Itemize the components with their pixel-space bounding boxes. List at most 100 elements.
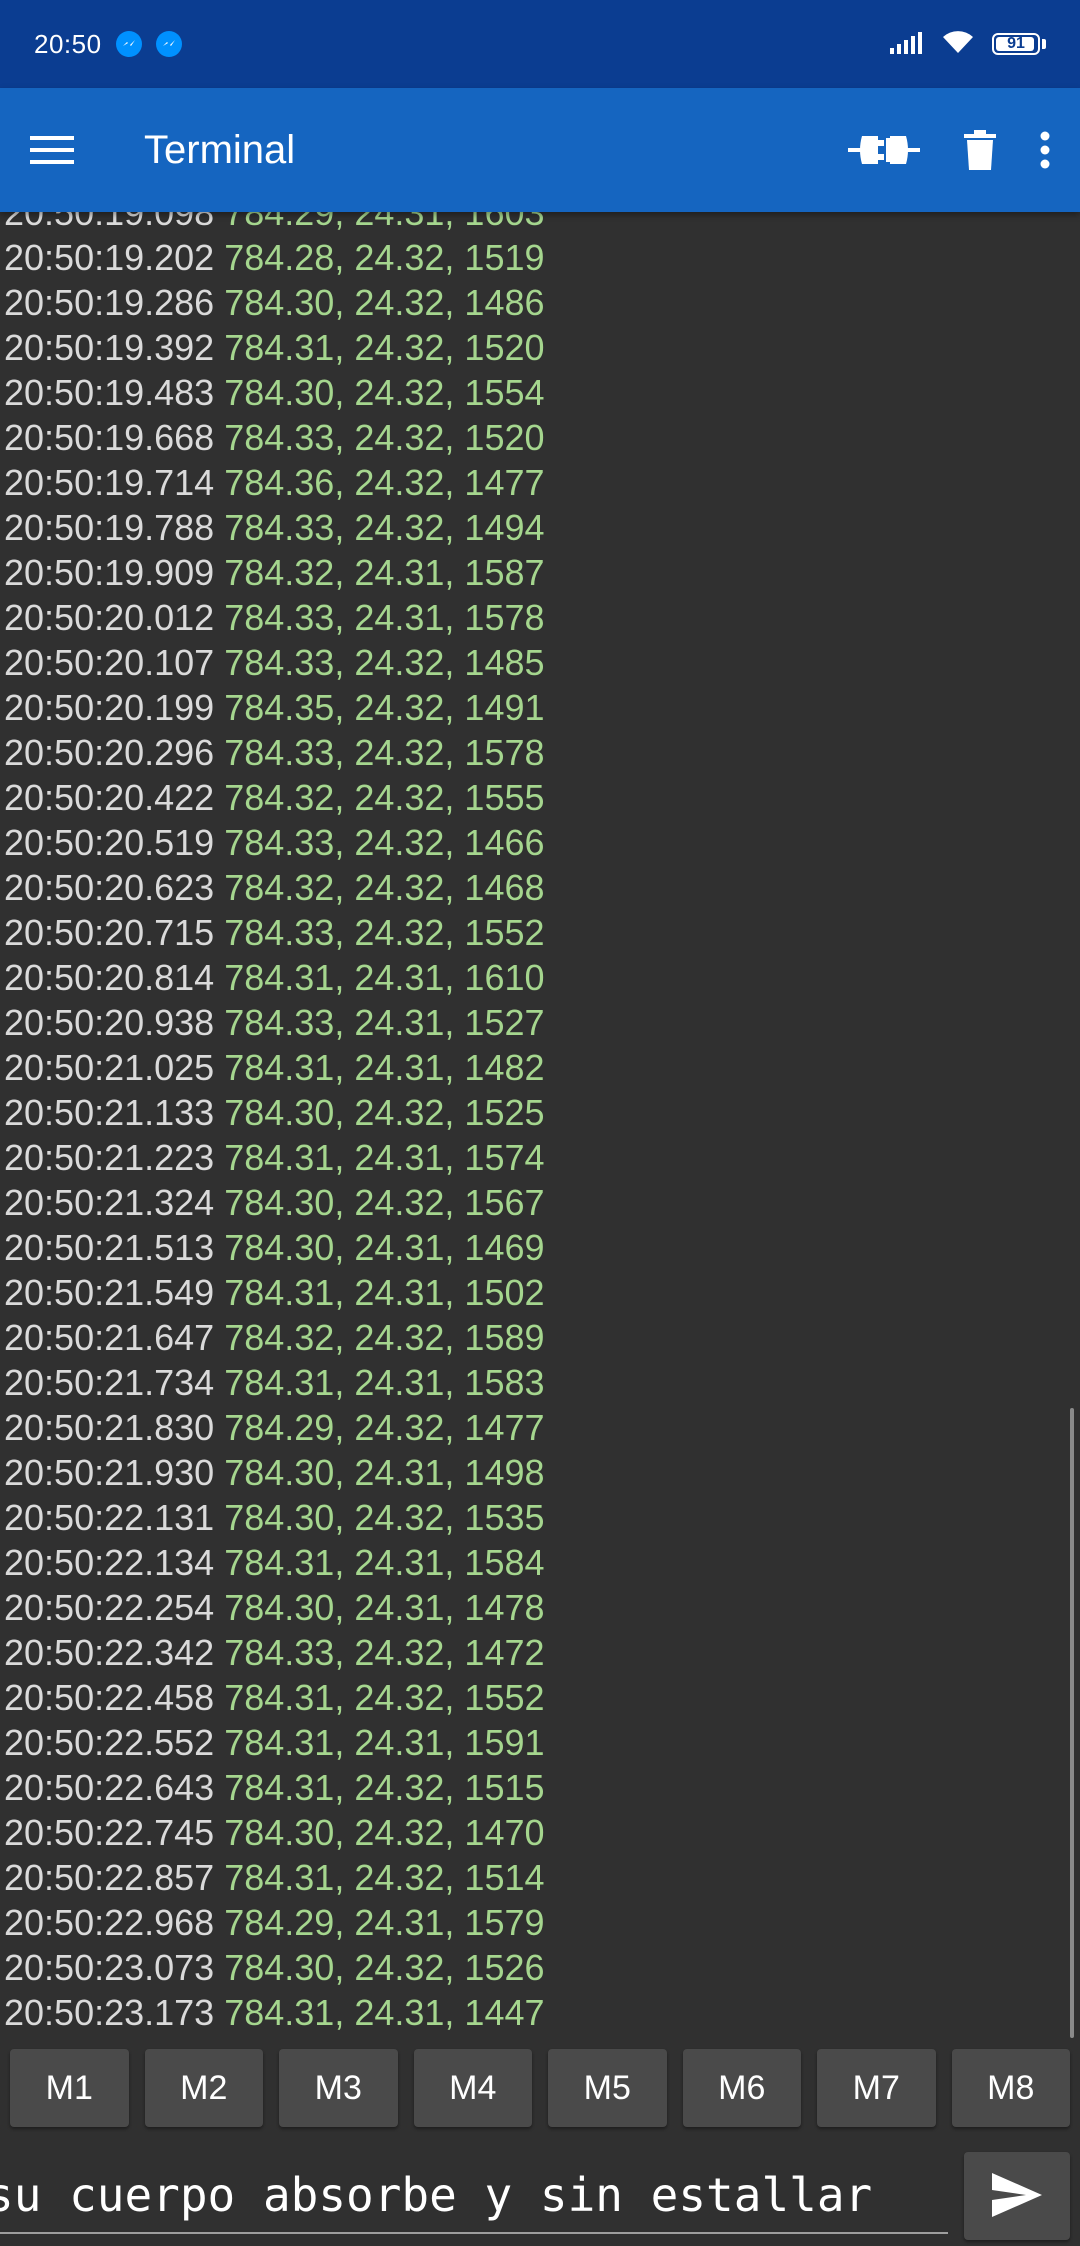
line-timestamp: 20:50:20.012 bbox=[4, 597, 215, 638]
line-value: 784.32, 24.32, 1468 bbox=[224, 867, 545, 908]
terminal-line: 20:50:20.715 784.33, 24.32, 1552 bbox=[0, 910, 1080, 955]
terminal-line: 20:50:20.938 784.33, 24.31, 1527 bbox=[0, 1000, 1080, 1045]
line-value: 784.33, 24.31, 1527 bbox=[224, 1002, 545, 1043]
line-timestamp: 20:50:19.909 bbox=[4, 552, 215, 593]
terminal-line: 20:50:20.107 784.33, 24.32, 1485 bbox=[0, 640, 1080, 685]
send-input[interactable] bbox=[0, 2158, 948, 2234]
line-value: 784.33, 24.32, 1466 bbox=[224, 822, 545, 863]
line-timestamp: 20:50:23.073 bbox=[4, 1947, 215, 1988]
line-timestamp: 20:50:20.296 bbox=[4, 732, 215, 773]
line-value: 784.28, 24.32, 1519 bbox=[224, 237, 545, 278]
terminal-line: 20:50:21.223 784.31, 24.31, 1574 bbox=[0, 1135, 1080, 1180]
line-value: 784.33, 24.32, 1520 bbox=[224, 417, 545, 458]
macro-button-m1[interactable]: M1 bbox=[10, 2049, 129, 2127]
line-value: 784.33, 24.32, 1485 bbox=[224, 642, 545, 683]
menu-icon[interactable] bbox=[30, 133, 74, 167]
delete-icon[interactable] bbox=[964, 130, 996, 170]
terminal-line: 20:50:19.483 784.30, 24.32, 1554 bbox=[0, 370, 1080, 415]
line-timestamp: 20:50:22.745 bbox=[4, 1812, 215, 1853]
line-timestamp: 20:50:21.930 bbox=[4, 1452, 215, 1493]
line-timestamp: 20:50:21.133 bbox=[4, 1092, 215, 1133]
line-timestamp: 20:50:21.324 bbox=[4, 1182, 215, 1223]
line-timestamp: 20:50:21.734 bbox=[4, 1362, 215, 1403]
line-value: 784.31, 24.32, 1514 bbox=[224, 1857, 545, 1898]
line-timestamp: 20:50:22.458 bbox=[4, 1677, 215, 1718]
line-value: 784.36, 24.32, 1477 bbox=[224, 462, 545, 503]
terminal-line: 20:50:20.296 784.33, 24.32, 1578 bbox=[0, 730, 1080, 775]
app-bar-actions bbox=[848, 130, 1050, 170]
macro-button-m3[interactable]: M3 bbox=[279, 2049, 398, 2127]
terminal-line: 20:50:21.324 784.30, 24.32, 1567 bbox=[0, 1180, 1080, 1225]
terminal-line: 20:50:22.342 784.33, 24.32, 1472 bbox=[0, 1630, 1080, 1675]
line-timestamp: 20:50:20.715 bbox=[4, 912, 215, 953]
terminal-line: 20:50:21.025 784.31, 24.31, 1482 bbox=[0, 1045, 1080, 1090]
more-vert-icon[interactable] bbox=[1040, 131, 1050, 169]
macro-button-m4[interactable]: M4 bbox=[413, 2049, 532, 2127]
line-timestamp: 20:50:21.513 bbox=[4, 1227, 215, 1268]
send-icon bbox=[992, 2172, 1042, 2220]
terminal-line: 20:50:22.131 784.30, 24.32, 1535 bbox=[0, 1495, 1080, 1540]
line-timestamp: 20:50:19.098 bbox=[4, 212, 215, 233]
line-value: 784.31, 24.32, 1515 bbox=[224, 1767, 545, 1808]
line-value: 784.30, 24.32, 1526 bbox=[224, 1947, 545, 1988]
line-timestamp: 20:50:22.254 bbox=[4, 1587, 215, 1628]
terminal-line: 20:50:19.668 784.33, 24.32, 1520 bbox=[0, 415, 1080, 460]
terminal-line: 20:50:19.714 784.36, 24.32, 1477 bbox=[0, 460, 1080, 505]
terminal-line: 20:50:19.286 784.30, 24.32, 1486 bbox=[0, 280, 1080, 325]
macro-button-m8[interactable]: M8 bbox=[951, 2049, 1070, 2127]
line-timestamp: 20:50:20.814 bbox=[4, 957, 215, 998]
line-value: 784.30, 24.32, 1525 bbox=[224, 1092, 545, 1133]
terminal-line: 20:50:21.734 784.31, 24.31, 1583 bbox=[0, 1360, 1080, 1405]
macro-bar: M1 M2 M3 M4 M5 M6 M7 M8 bbox=[0, 2030, 1080, 2146]
line-value: 784.32, 24.32, 1589 bbox=[224, 1317, 545, 1358]
terminal-line: 20:50:20.199 784.35, 24.32, 1491 bbox=[0, 685, 1080, 730]
line-value: 784.30, 24.32, 1554 bbox=[224, 372, 545, 413]
send-button[interactable] bbox=[964, 2152, 1070, 2240]
line-value: 784.30, 24.32, 1567 bbox=[224, 1182, 545, 1223]
line-value: 784.30, 24.32, 1470 bbox=[224, 1812, 545, 1853]
line-timestamp: 20:50:20.938 bbox=[4, 1002, 215, 1043]
wifi-icon bbox=[942, 29, 974, 60]
macro-button-m5[interactable]: M5 bbox=[548, 2049, 667, 2127]
line-value: 784.33, 24.32, 1494 bbox=[224, 507, 545, 548]
connect-plug-icon[interactable] bbox=[848, 130, 920, 170]
line-timestamp: 20:50:20.623 bbox=[4, 867, 215, 908]
page-title: Terminal bbox=[144, 127, 296, 172]
terminal-line: 20:50:19.202 784.28, 24.32, 1519 bbox=[0, 235, 1080, 280]
line-value: 784.29, 24.31, 1603 bbox=[224, 212, 545, 233]
line-timestamp: 20:50:22.131 bbox=[4, 1497, 215, 1538]
terminal-line: 20:50:21.133 784.30, 24.32, 1525 bbox=[0, 1090, 1080, 1135]
line-value: 784.33, 24.32, 1552 bbox=[224, 912, 545, 953]
status-time: 20:50 bbox=[34, 28, 102, 59]
line-timestamp: 20:50:21.223 bbox=[4, 1137, 215, 1178]
terminal-lines: 20:50:19.098 784.29, 24.31, 1603 20:50:19… bbox=[0, 212, 1080, 2030]
line-timestamp: 20:50:20.519 bbox=[4, 822, 215, 863]
line-value: 784.32, 24.32, 1555 bbox=[224, 777, 545, 818]
messenger-icon bbox=[115, 31, 142, 57]
macro-button-m6[interactable]: M6 bbox=[682, 2049, 801, 2127]
signal-icon bbox=[890, 30, 924, 59]
terminal-output[interactable]: 20:50:19.098 784.29, 24.31, 1603 20:50:19… bbox=[0, 212, 1080, 2030]
terminal-line: 20:50:22.745 784.30, 24.32, 1470 bbox=[0, 1810, 1080, 1855]
line-value: 784.33, 24.32, 1578 bbox=[224, 732, 545, 773]
terminal-line: 20:50:21.930 784.30, 24.31, 1498 bbox=[0, 1450, 1080, 1495]
terminal-line: 20:50:22.552 784.31, 24.31, 1591 bbox=[0, 1720, 1080, 1765]
line-timestamp: 20:50:20.199 bbox=[4, 687, 215, 728]
terminal-line: 20:50:22.968 784.29, 24.31, 1579 bbox=[0, 1900, 1080, 1945]
macro-button-m2[interactable]: M2 bbox=[144, 2049, 263, 2127]
terminal-line: 20:50:21.647 784.32, 24.32, 1589 bbox=[0, 1315, 1080, 1360]
terminal-line: 20:50:22.458 784.31, 24.32, 1552 bbox=[0, 1675, 1080, 1720]
line-value: 784.29, 24.32, 1477 bbox=[224, 1407, 545, 1448]
line-timestamp: 20:50:22.552 bbox=[4, 1722, 215, 1763]
terminal-line: 20:50:20.814 784.31, 24.31, 1610 bbox=[0, 955, 1080, 1000]
macro-button-m7[interactable]: M7 bbox=[817, 2049, 936, 2127]
scrollbar[interactable] bbox=[1070, 1408, 1074, 2038]
terminal-line: 20:50:19.392 784.31, 24.32, 1520 bbox=[0, 325, 1080, 370]
line-value: 784.30, 24.32, 1535 bbox=[224, 1497, 545, 1538]
line-value: 784.31, 24.31, 1502 bbox=[224, 1272, 545, 1313]
line-value: 784.30, 24.31, 1469 bbox=[224, 1227, 545, 1268]
terminal-line: 20:50:20.623 784.32, 24.32, 1468 bbox=[0, 865, 1080, 910]
line-timestamp: 20:50:19.668 bbox=[4, 417, 215, 458]
line-timestamp: 20:50:22.643 bbox=[4, 1767, 215, 1808]
line-timestamp: 20:50:19.202 bbox=[4, 237, 215, 278]
